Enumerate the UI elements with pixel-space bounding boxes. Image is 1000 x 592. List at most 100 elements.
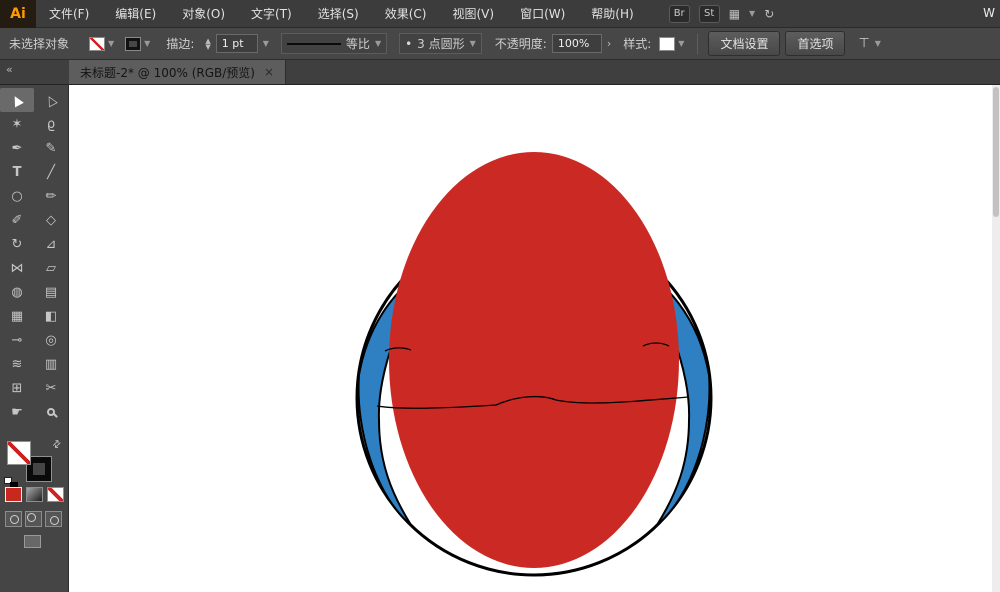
brush-name-label: 3 点圆形 [417,37,465,51]
fill-color-swatch[interactable] [7,441,31,465]
pencil-tool[interactable]: ✏ [34,184,68,208]
menu-bar: Ai 文件(F) 编辑(E) 对象(O) 文字(T) 选择(S) 效果(C) 视… [0,0,1000,28]
type-tool[interactable]: T [0,160,34,184]
menu-item-view[interactable]: 视图(V) [439,0,507,28]
stroke-label: 描边: [166,37,195,51]
document-tab-bar: « 未标题-2* @ 100% (RGB/预览) × [0,60,1000,85]
menu-item-help[interactable]: 帮助(H) [578,0,646,28]
paint-style-buttons [5,487,64,502]
chevron-down-icon[interactable]: ▼ [263,39,269,48]
mesh-tool[interactable]: ▦ [0,304,34,328]
align-icon[interactable]: ⊤ [858,36,869,51]
style-swatch-icon [659,36,676,51]
zoom-tool[interactable] [34,400,68,424]
swap-colors-icon[interactable]: ⇄ [50,438,64,452]
none-button[interactable] [47,487,64,502]
tools-grid: ▲ △ ✶ ϱ ✒ ✎ T ╱ ○ ✏ ✐ ◇ ↻ ⊿ ⋈ ▱ ◍ ▤ ▦ ◧ … [0,85,68,424]
scale-tool[interactable]: ⊿ [34,232,68,256]
app-logo: Ai [0,0,36,28]
menu-item-object[interactable]: 对象(O) [169,0,238,28]
control-bar: 未选择对象 ▼ ▼ 描边: ▲ ▼ 1 pt ▼ 等比 ▼ • 3 点圆形 ▼ … [0,28,1000,60]
draw-inside-button[interactable] [45,511,62,527]
opacity-field[interactable]: 100% [551,34,602,53]
menu-item-window[interactable]: 窗口(W) [507,0,578,28]
shape-builder-tool[interactable]: ◍ [0,280,34,304]
rotate-tool[interactable]: ↻ [0,232,34,256]
menu-item-edit[interactable]: 编辑(E) [102,0,169,28]
blend-tool[interactable]: ◎ [34,328,68,352]
symbol-sprayer-tool[interactable]: ≋ [0,352,34,376]
menu-item-select[interactable]: 选择(S) [305,0,372,28]
workspace-label: W [983,6,995,20]
arrange-documents-icon[interactable]: ▦ [729,7,740,21]
selection-tool[interactable]: ▲ [0,88,34,112]
stroke-preview-line [286,42,341,45]
chevron-right-icon[interactable]: › [607,37,611,50]
stock-badge[interactable]: St [698,4,720,23]
menu-item-type[interactable]: 文字(T) [238,0,305,28]
stroke-width-stepper[interactable]: ▲ ▼ [205,37,210,50]
magic-wand-tool[interactable]: ✶ [0,112,34,136]
fill-none-swatch-icon [89,36,106,51]
artwork-svg [355,152,713,577]
drawing-mode-buttons [5,511,62,527]
draw-normal-button[interactable] [5,511,22,527]
stepper-down-icon[interactable]: ▼ [205,43,210,50]
line-segment-tool[interactable]: ╱ [34,160,68,184]
paintbrush-tool[interactable]: ✎ [34,136,68,160]
gradient-tool[interactable]: ◧ [34,304,68,328]
stroke-swatch-icon [125,36,142,51]
panel-collapse-icon[interactable]: « [0,60,69,84]
preferences-button[interactable]: 首选项 [785,31,846,56]
blob-brush-tool[interactable]: ✐ [0,208,34,232]
draw-behind-button[interactable] [25,511,42,527]
color-controls: ⇄ [0,438,68,589]
fill-color-dropdown[interactable]: ▼ [86,35,117,53]
hand-tool[interactable]: ☛ [0,400,34,424]
free-transform-tool[interactable]: ▱ [34,256,68,280]
chevron-down-icon[interactable]: ▼ [749,9,755,18]
chevron-down-icon: ▼ [144,39,151,48]
scrollbar-thumb[interactable] [993,87,999,217]
canvas-area[interactable] [69,85,1000,592]
pen-tool[interactable]: ✒ [0,136,34,160]
menu-item-file[interactable]: 文件(F) [36,0,102,28]
stroke-width-field[interactable]: 1 pt [215,34,258,53]
tools-panel: ▲ △ ✶ ϱ ✒ ✎ T ╱ ○ ✏ ✐ ◇ ↻ ⊿ ⋈ ▱ ◍ ▤ ▦ ◧ … [0,85,69,592]
chevron-down-icon: ▼ [469,39,476,48]
artboard-tool[interactable]: ⊞ [0,376,34,400]
brush-dropdown[interactable]: • 3 点圆形 ▼ [399,33,482,54]
direct-selection-tool[interactable]: △ [34,88,68,112]
brush-dot-icon: • [405,36,413,51]
width-tool[interactable]: ⋈ [0,256,34,280]
chevron-down-icon: ▼ [678,39,685,48]
chevron-down-icon[interactable]: ▼ [875,39,881,48]
red-oval-shape[interactable] [389,152,679,568]
close-icon[interactable]: × [264,65,274,79]
bridge-badge[interactable]: Br [668,4,690,23]
menu-item-effect[interactable]: 效果(C) [372,0,440,28]
color-button[interactable] [5,487,22,502]
eraser-tool[interactable]: ◇ [34,208,68,232]
screen-mode-button[interactable] [24,535,41,548]
sync-icon[interactable]: ↻ [764,7,774,21]
document-tab[interactable]: 未标题-2* @ 100% (RGB/预览) × [69,60,287,84]
chevron-down-icon: ▼ [374,39,382,48]
style-dropdown[interactable]: ▼ [656,35,687,53]
stroke-color-dropdown[interactable]: ▼ [122,35,153,53]
chevron-down-icon: ▼ [108,39,115,48]
eyedropper-tool[interactable]: ⊸ [0,328,34,352]
column-graph-tool[interactable]: ▥ [34,352,68,376]
lasso-tool[interactable]: ϱ [34,112,68,136]
document-setup-button[interactable]: 文档设置 [708,31,781,56]
width-profile-dropdown[interactable]: 等比 ▼ [280,33,388,54]
vertical-scrollbar[interactable] [992,85,1000,592]
zoom-tool-icon [47,408,55,416]
ellipse-tool[interactable]: ○ [0,184,34,208]
main-area: ▲ △ ✶ ϱ ✒ ✎ T ╱ ○ ✏ ✐ ◇ ↻ ⊿ ⋈ ▱ ◍ ▤ ▦ ◧ … [0,85,1000,592]
profile-label: 等比 [345,37,370,51]
separator [697,33,699,54]
slice-tool[interactable]: ✂ [34,376,68,400]
gradient-button[interactable] [26,487,43,502]
perspective-grid-tool[interactable]: ▤ [34,280,68,304]
